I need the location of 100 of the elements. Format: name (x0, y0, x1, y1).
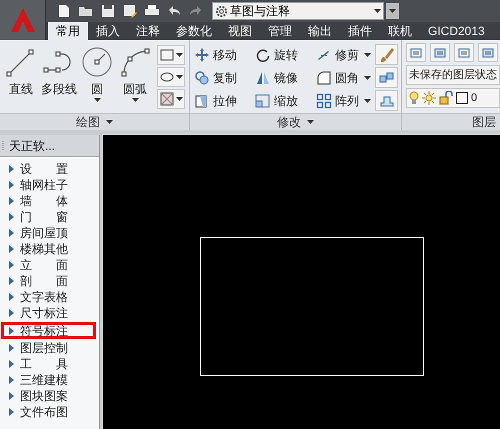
palette-item[interactable]: 楼梯其他 (1, 241, 96, 257)
tool-button[interactable]: 缩放 (255, 90, 313, 111)
tool-button[interactable]: 修剪 (316, 44, 374, 65)
array-icon (316, 92, 332, 108)
palette-item[interactable]: 图块图案 (1, 388, 96, 404)
layer-tool-button[interactable] (478, 43, 498, 62)
ribbon-tab[interactable]: 视图 (220, 22, 260, 40)
save-icon[interactable] (100, 3, 116, 19)
caret-icon (389, 9, 396, 13)
current-layer: 0 (471, 90, 478, 106)
palette-item[interactable]: 剖 面 (1, 273, 96, 289)
palette-title: 天正软... (9, 138, 56, 154)
tool-button[interactable]: 圆 (79, 46, 115, 102)
fillet-icon (316, 70, 332, 86)
ribbon-tab[interactable]: 联机 (380, 22, 420, 40)
grip-icon[interactable] (2, 140, 5, 152)
unlocked-padlock-icon (439, 91, 453, 105)
ribbon-tab[interactable]: 注释 (128, 22, 168, 40)
move-icon (194, 46, 210, 62)
panel-title: 图层 (472, 114, 496, 131)
expand-arrow-icon (9, 326, 14, 334)
mirror-icon (255, 70, 271, 86)
caret-icon (307, 120, 314, 124)
tool-button[interactable] (375, 90, 398, 111)
ribbon-tab[interactable]: 管理 (260, 22, 300, 40)
tool-button[interactable]: 多段线 (41, 46, 77, 98)
blocks-icon (378, 70, 394, 86)
palette-item[interactable]: 文件布图 (1, 404, 96, 420)
palette-item[interactable]: 轴网柱子 (1, 177, 96, 193)
caret-icon (364, 76, 371, 80)
panel-title: 修改 (277, 114, 301, 131)
ribbon-tab[interactable]: 插件 (340, 22, 380, 40)
caret-icon (374, 9, 381, 13)
tool-button[interactable] (375, 67, 398, 88)
caret-icon (364, 52, 371, 56)
panel-title: 绘图 (76, 114, 100, 131)
tool-button[interactable]: 直线 (3, 46, 39, 98)
sun-icon (422, 91, 436, 105)
palette-item[interactable]: 图层控制 (1, 340, 96, 356)
ribbon-tab[interactable]: 输出 (300, 22, 340, 40)
layer-dropdown[interactable]: 0 (406, 88, 500, 108)
quick-access-menu-button[interactable] (386, 3, 399, 19)
tool-button[interactable]: 圆弧 (117, 46, 153, 102)
ribbon-tab[interactable]: 参数化 (168, 22, 220, 40)
color-swatch (456, 92, 468, 104)
rotate-icon (255, 46, 271, 62)
hatch-button[interactable] (157, 89, 185, 109)
palette-item[interactable]: 符号标注 (1, 322, 96, 339)
palette-item[interactable]: 文字表格 (1, 289, 96, 305)
hatch-icon (159, 91, 175, 107)
caret-icon (106, 120, 113, 124)
rectangle-button[interactable] (157, 45, 185, 65)
new-file-icon[interactable] (56, 3, 72, 19)
ribbon-tab[interactable]: GICD2013 (420, 22, 493, 40)
tool-button[interactable]: 镜像 (255, 67, 313, 88)
panel-title-bar[interactable]: 绘图 (0, 113, 189, 130)
palette-item[interactable]: 工 具 (1, 356, 96, 372)
layer-tool-button[interactable] (406, 43, 426, 62)
palette-item[interactable]: 门 窗 (1, 209, 96, 225)
tool-label: 多段线 (41, 81, 77, 98)
layer-state-dropdown[interactable]: 未保存的图层状态 (406, 65, 500, 85)
palette-item[interactable]: 立 面 (1, 257, 96, 273)
rectangle-icon (159, 47, 175, 63)
circle-icon (81, 46, 113, 78)
tool-button[interactable]: 拉伸 (194, 90, 252, 111)
panel-title-bar[interactable]: 修改 (190, 113, 401, 130)
gear-icon (215, 4, 228, 18)
palette-item[interactable]: 墙 体 (1, 193, 96, 209)
caret-icon (176, 53, 183, 57)
copy-icon (194, 70, 210, 86)
tool-button[interactable]: 移动 (194, 44, 252, 65)
tool-label: 圆 (91, 81, 103, 98)
palette-item[interactable]: 设 置 (1, 161, 96, 177)
palette-item[interactable]: 尺寸标注 (1, 305, 96, 321)
layer-tool-button[interactable] (430, 43, 450, 62)
tool-button[interactable]: 旋转 (255, 44, 313, 65)
arc-icon (119, 46, 151, 78)
panel-title-bar[interactable]: 图层 (402, 113, 500, 130)
tool-button[interactable]: 复制 (194, 67, 252, 88)
layer-tool-button[interactable] (454, 43, 474, 62)
lightbulb-icon (409, 91, 419, 105)
save-as-icon[interactable] (122, 3, 138, 19)
tool-button[interactable]: 阵列 (316, 90, 374, 111)
caret-icon (94, 98, 100, 102)
ribbon-tab[interactable]: 常用 (48, 22, 88, 40)
caret-icon (176, 97, 183, 101)
palette-item[interactable]: 三维建模 (1, 372, 96, 388)
tool-button[interactable]: 圆角 (316, 67, 374, 88)
brush-icon (378, 46, 394, 62)
tool-label: 直线 (9, 81, 33, 98)
scale-icon (255, 92, 271, 108)
tool-button[interactable] (375, 44, 398, 65)
workspace-dropdown[interactable]: 草图与注释 (212, 2, 384, 20)
caret-icon (176, 75, 183, 79)
palette-item[interactable]: 房间屋顶 (1, 225, 96, 241)
caret-icon (132, 98, 138, 102)
ellipse-button[interactable] (157, 67, 185, 87)
app-logo-icon (10, 7, 36, 33)
ribbon-tab[interactable]: 插入 (88, 22, 128, 40)
caret-icon (364, 98, 371, 102)
